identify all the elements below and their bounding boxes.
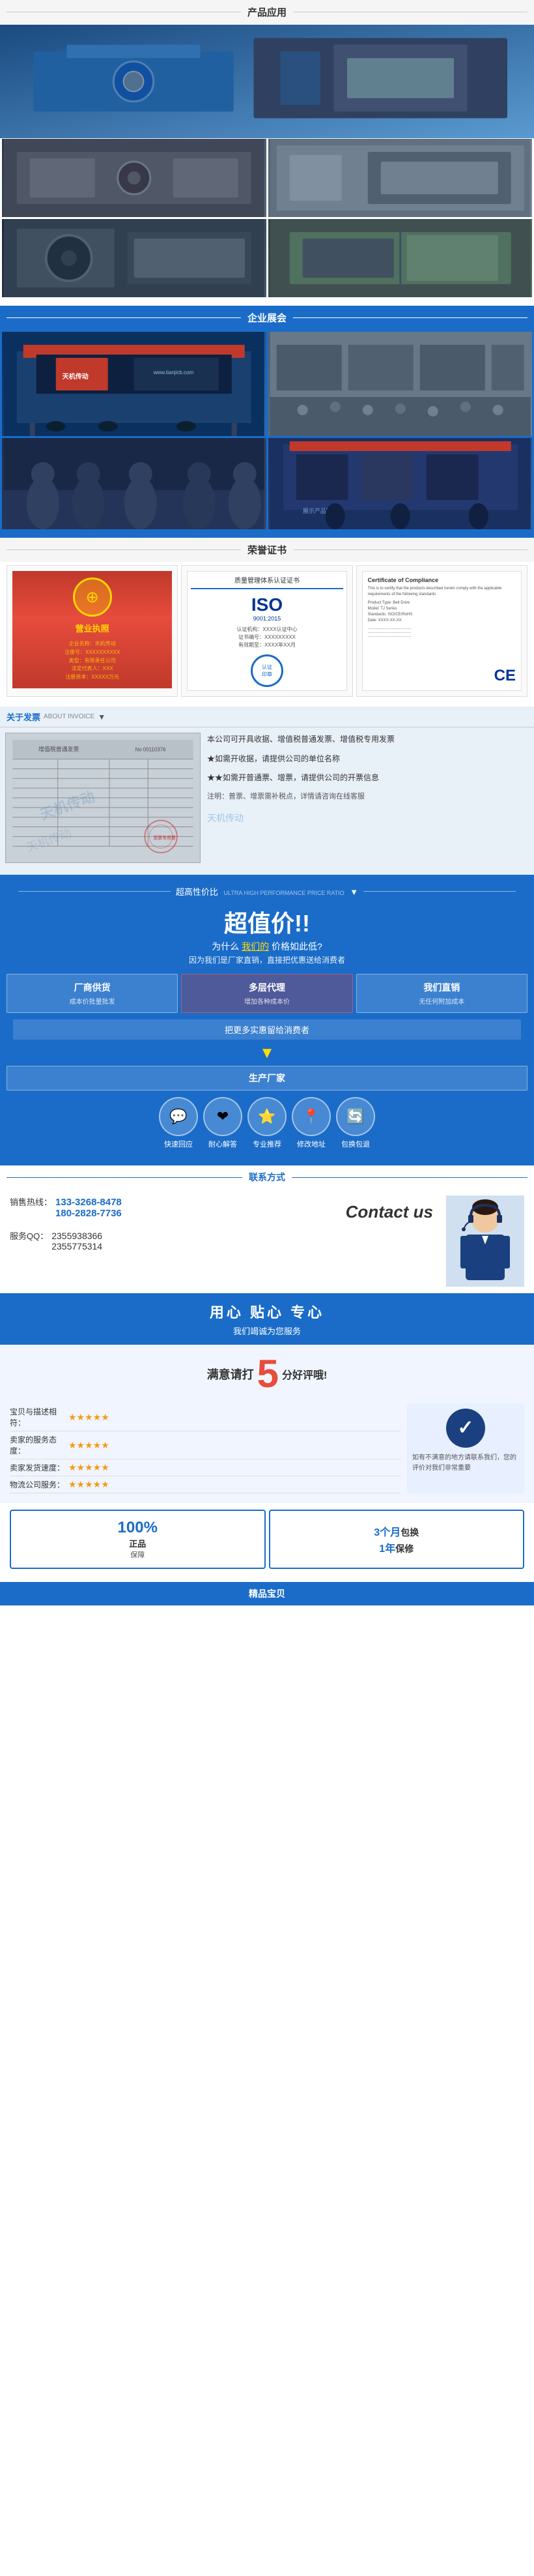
rating-row-2: 卖家的服务态度： ★★★★★ bbox=[10, 1431, 400, 1459]
svg-text:www.tianjicb.com: www.tianjicb.com bbox=[153, 370, 194, 375]
rating-rows: 宝贝与描述相符： ★★★★★ 卖家的服务态度： ★★★★★ 卖家发货速度： ★★… bbox=[10, 1403, 400, 1493]
contact-header: 联系方式 bbox=[0, 1165, 534, 1189]
svg-text:增值税普通发票: 增值税普通发票 bbox=[38, 746, 79, 753]
invoice-document: 增值税普通发票 No 00110376 bbox=[5, 733, 201, 863]
guarantee-year: 1年保修 bbox=[379, 1540, 414, 1555]
guarantee-percent: 100% bbox=[118, 1519, 158, 1537]
guarantee-section: 100% 正品 保障 3个月包换 1年保修 bbox=[0, 1503, 534, 1575]
cert-header: 荣誉证书 bbox=[0, 538, 534, 562]
rating-row-4-stars: ★★★★★ bbox=[68, 1479, 400, 1490]
tradeshow-image-3 bbox=[2, 438, 266, 529]
guarantee-months: 3个月包换 bbox=[374, 1523, 419, 1540]
rating-row-1-label: 宝贝与描述相符： bbox=[10, 1406, 68, 1428]
rating-note-text: 如有不满意的地方请联系我们，您的评价对我们非常重要 bbox=[412, 1454, 516, 1472]
tradeshow-image-2 bbox=[268, 332, 533, 436]
rating-row-3-stars: ★★★★★ bbox=[68, 1462, 400, 1473]
cert-title: 荣誉证书 bbox=[247, 543, 287, 557]
rating-row-1: 宝贝与描述相符： ★★★★★ bbox=[10, 1403, 400, 1431]
guarantee-text: 正品 bbox=[129, 1537, 146, 1549]
svg-text:No 00110376: No 00110376 bbox=[135, 747, 165, 753]
rating-row-4: 物流公司服务： ★★★★★ bbox=[10, 1476, 400, 1493]
guarantee-card-1: 100% 正品 保障 bbox=[10, 1510, 266, 1569]
invoice-image-area: 增值税普通发票 No 00110376 bbox=[5, 733, 201, 863]
product-image-1 bbox=[2, 26, 532, 137]
rating-row-1-stars: ★★★★★ bbox=[68, 1412, 400, 1423]
rating-row-2-label: 卖家的服务态度： bbox=[10, 1434, 68, 1456]
tradeshow-header: 企业展会 bbox=[0, 306, 534, 330]
guarantee-card-2: 3个月包换 1年保修 bbox=[269, 1510, 525, 1569]
rating-row-4-label: 物流公司服务： bbox=[10, 1479, 68, 1490]
bottom-bar: 精品宝贝 bbox=[0, 1582, 534, 1605]
tradeshow-image-4: 展示产品区域 bbox=[268, 438, 533, 529]
guarantee-sub: 保障 bbox=[130, 1549, 145, 1560]
svg-text:天机传动: 天机传动 bbox=[63, 372, 89, 381]
bottom-bar-text: 精品宝贝 bbox=[249, 1588, 285, 1599]
contact-title: 联系方式 bbox=[249, 1171, 285, 1184]
rating-row-3: 卖家发货速度： ★★★★★ bbox=[10, 1459, 400, 1476]
svg-text:发票专用章: 发票专用章 bbox=[152, 834, 176, 840]
product-app-grid bbox=[0, 24, 534, 299]
rating-note-right: ✓ 如有不满意的地方请联系我们，您的评价对我们非常重要 bbox=[407, 1403, 524, 1493]
rating-row-2-stars: ★★★★★ bbox=[68, 1440, 400, 1451]
tradeshow-title: 企业展会 bbox=[247, 311, 287, 325]
tradeshow-image-1: 天机传动 www.tianjicb.com bbox=[2, 332, 266, 436]
rating-note-area: 宝贝与描述相符： ★★★★★ 卖家的服务态度： ★★★★★ 卖家发货速度： ★★… bbox=[10, 1400, 524, 1497]
product-app-section: 产品应用 bbox=[0, 0, 534, 306]
rating-row-3-label: 卖家发货速度： bbox=[10, 1462, 68, 1473]
